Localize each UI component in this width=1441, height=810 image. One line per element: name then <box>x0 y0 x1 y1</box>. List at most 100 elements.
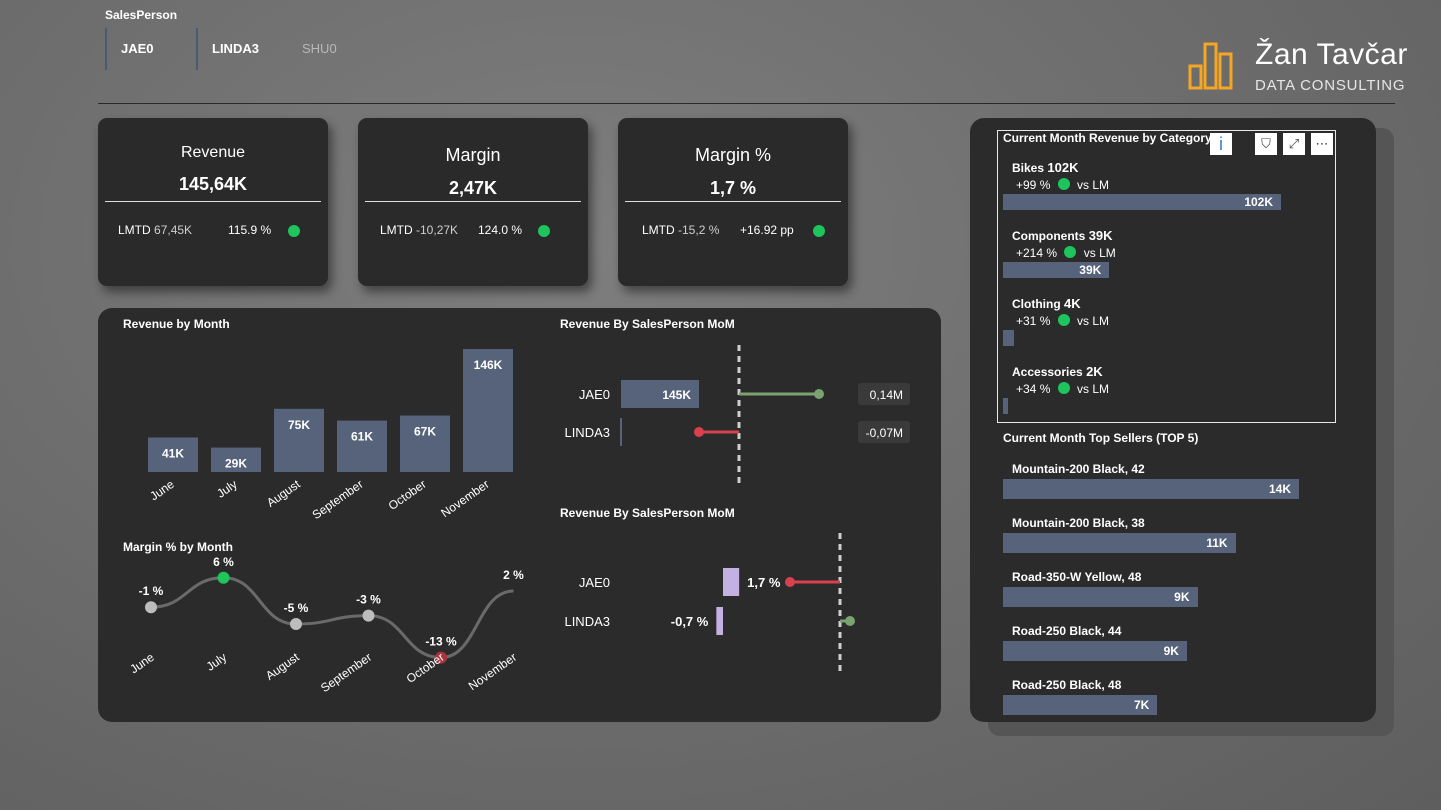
slicer-item-label: JAE0 <box>121 41 154 56</box>
seller-name: Road-250 Black, 44 <box>1012 624 1122 638</box>
x-tick-label: July <box>214 477 240 501</box>
margin-salesperson-chart: JAE0 1,7 % LINDA3 -0,7 % <box>564 533 855 675</box>
kpi-change: 115.9 % <box>228 223 272 237</box>
logo-subtitle: DATA CONSULTING <box>1255 77 1406 94</box>
salesperson-label: LINDA3 <box>564 614 610 629</box>
status-dot-icon <box>813 225 825 237</box>
margin-point[interactable] <box>362 609 375 622</box>
point-data-label: 2 % <box>503 568 524 582</box>
margin-point[interactable] <box>217 571 230 584</box>
kpi-card-margin: Margin 2,47K LMTD -10,27K 124.0 % <box>358 118 588 286</box>
x-tick-label: June <box>127 650 157 677</box>
bar-data-label: 102K <box>1244 195 1273 209</box>
point-data-label: -13 % <box>425 635 457 649</box>
slicer-title: SalesPerson <box>105 8 178 22</box>
kpi-label: Margin <box>445 145 501 165</box>
revenue-by-month-title: Revenue by Month <box>123 317 230 331</box>
change-value: +99 % <box>1016 178 1051 192</box>
point-data-label: -1 % <box>139 584 164 598</box>
delta-label: 0,14M <box>870 388 903 402</box>
category-bar[interactable] <box>1003 330 1014 346</box>
change-value: +214 % <box>1016 246 1058 260</box>
change-value: +31 % <box>1016 314 1051 328</box>
lmtd-label: LMTD <box>118 223 151 237</box>
header-divider <box>98 103 1395 104</box>
point-data-label: -5 % <box>284 601 309 615</box>
category-title: Current Month Revenue by Category <box>1003 131 1212 145</box>
category-value: 2K <box>1086 364 1103 379</box>
seller-name: Mountain-200 Black, 42 <box>1012 462 1145 476</box>
more-options-icon[interactable]: ⋯ <box>1311 133 1333 155</box>
vs-label: vs LM <box>1083 246 1116 260</box>
x-tick-label: September <box>310 477 366 522</box>
margin-point[interactable] <box>290 618 302 630</box>
x-tick-label: August <box>264 477 303 510</box>
kpi-value: 2,47K <box>448 178 498 198</box>
delta-label: -0,07M <box>866 426 903 440</box>
slicer-item-jae0[interactable]: JAE0 <box>105 28 201 70</box>
category-bar[interactable] <box>1003 398 1009 414</box>
delta-point[interactable] <box>694 427 704 437</box>
lmtd-value: 67,45K <box>154 223 193 237</box>
bar-chart-logo-icon <box>1188 42 1233 90</box>
delta-point[interactable] <box>785 577 795 587</box>
slicer-item-label: LINDA3 <box>212 41 259 56</box>
revenue-by-month-chart: 41K June 29K July 75K August 61K September 67K Oc… <box>147 349 513 522</box>
kpi-change: 124.0 % <box>478 223 523 237</box>
slicer-item-label: SHU0 <box>302 41 337 56</box>
change-value: +34 % <box>1016 382 1051 396</box>
delta-point[interactable] <box>845 616 855 626</box>
expand-icon[interactable]: ⤢ <box>1283 133 1305 155</box>
bar-data-label: 14K <box>1268 482 1291 496</box>
kpi-divider <box>105 201 321 202</box>
margin-bar[interactable] <box>723 568 740 596</box>
status-dot-icon <box>1064 246 1077 258</box>
salesperson-label: LINDA3 <box>564 425 610 440</box>
seller-name: Mountain-200 Black, 38 <box>1012 516 1145 530</box>
status-dot-icon <box>538 225 550 237</box>
kpi-card-revenue: Revenue 145,64K LMTD 67,45K 115.9 % <box>98 118 328 286</box>
slicer-item-linda3[interactable]: LINDA3 <box>196 28 292 70</box>
bar-data-label: 9K <box>1163 644 1179 658</box>
category-name: Bikes 102K <box>1012 160 1078 175</box>
margin-bar[interactable] <box>716 607 723 635</box>
revenue-bar[interactable] <box>337 420 387 472</box>
lmtd-value: -15,2 % <box>678 223 720 237</box>
bar-data-label: 29K <box>225 457 247 471</box>
status-dot-icon <box>1057 314 1070 326</box>
point-data-label: 6 % <box>213 555 234 569</box>
bar-data-label: 67K <box>414 425 436 439</box>
kpi-change: +16.92 pp <box>740 223 794 237</box>
category-value: 39K <box>1088 228 1113 243</box>
info-icon[interactable]: i <box>1210 133 1232 155</box>
delta-point[interactable] <box>814 389 824 399</box>
category-change: +214 % vs LM <box>1016 246 1116 260</box>
lmtd-label: LMTD <box>642 223 675 237</box>
point-data-label: -3 % <box>356 593 381 607</box>
bar-data-label: 145K <box>662 388 691 402</box>
x-tick-label: September <box>318 650 374 695</box>
vs-label: vs LM <box>1077 382 1110 396</box>
kpi-lmtd: LMTD 67,45K <box>118 223 192 237</box>
x-tick-label: October <box>386 477 429 513</box>
top-sellers-title: Current Month Top Sellers (TOP 5) <box>1003 431 1199 445</box>
bar-data-label: 41K <box>162 446 184 460</box>
kpi-divider <box>365 201 581 202</box>
status-dot-icon <box>1057 382 1070 394</box>
category-name: Accessories 2K <box>1012 364 1103 379</box>
margin-by-month-chart: -1 % June 6 % July -5 % August -3 % September -1… <box>127 555 524 695</box>
category-value: 102K <box>1047 160 1079 175</box>
category-name: Components 39K <box>1012 228 1113 243</box>
kpi-card-margin-pct: Margin % 1,7 % LMTD -15,2 % +16.92 pp <box>618 118 848 286</box>
slicer-item-shu0[interactable]: SHU0 <box>288 28 372 70</box>
kpi-lmtd: LMTD -15,2 % <box>642 223 719 237</box>
category-change: +99 % vs LM <box>1016 178 1109 192</box>
margin-point[interactable] <box>145 601 157 614</box>
bar-data-label: 61K <box>351 430 373 444</box>
vs-label: vs LM <box>1077 314 1110 328</box>
x-tick-label: August <box>263 650 302 683</box>
filter-icon[interactable]: ⛉ <box>1255 133 1277 155</box>
x-tick-label: November <box>466 650 519 693</box>
x-tick-label: November <box>438 477 491 520</box>
bar-data-label: 39K <box>1079 263 1102 277</box>
